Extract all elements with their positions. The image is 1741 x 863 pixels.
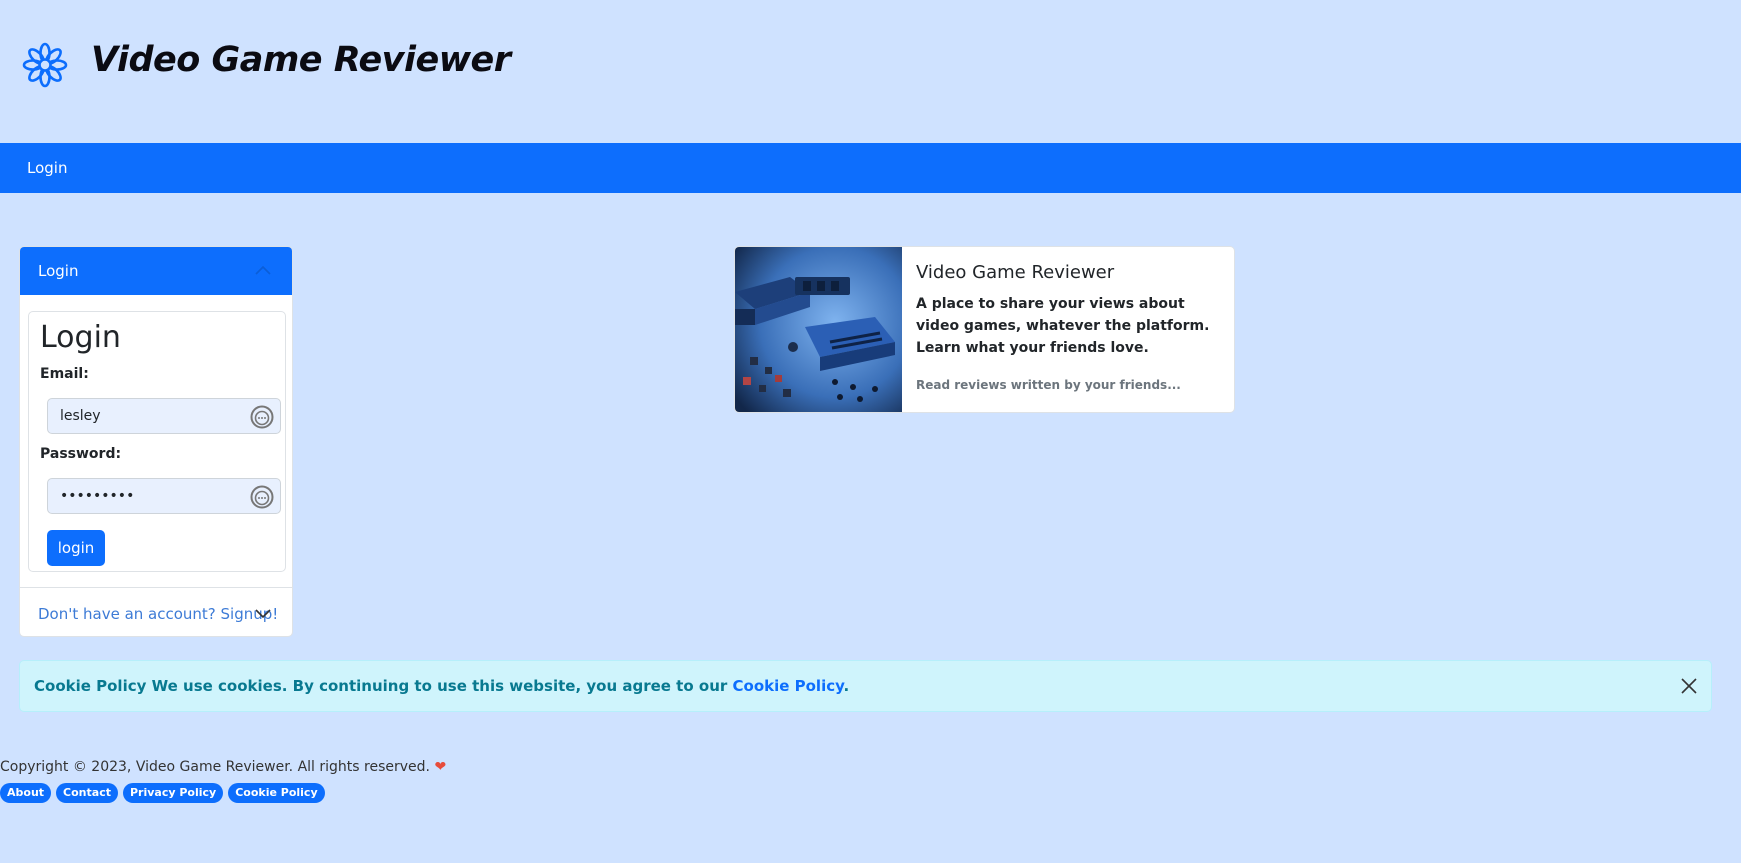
nav-login-link[interactable]: Login [27, 143, 67, 193]
chevron-down-icon[interactable] [254, 605, 272, 623]
footer-link-privacy-policy[interactable]: Privacy Policy [122, 783, 224, 803]
cookie-alert-message: We use cookies. By continuing to use thi… [151, 677, 728, 695]
game-consoles-image [735, 247, 902, 412]
login-button[interactable]: login [47, 530, 105, 566]
login-accordion-header[interactable]: Login [20, 247, 292, 295]
cookie-alert-period: . [843, 677, 850, 695]
site-title: Video Game Reviewer [91, 40, 511, 80]
cookie-alert-strong: Cookie Policy [34, 677, 147, 695]
feature-description: A place to share your views about video … [916, 296, 1210, 356]
footer-link-about[interactable]: About [0, 783, 52, 803]
login-accordion: Login Login Email: Password: login [19, 246, 293, 637]
site-header: Video Game Reviewer [0, 0, 1741, 143]
top-navbar: Login [0, 143, 1741, 193]
footer-copyright: Copyright © 2023, Video Game Reviewer. A… [0, 759, 446, 775]
copyright-text: Copyright © 2023, Video Game Reviewer. A… [0, 759, 430, 775]
heart-icon: ❤ [434, 759, 447, 775]
login-accordion-label: Login [38, 262, 79, 280]
footer-link-contact[interactable]: Contact [56, 783, 118, 803]
footer-links: About Contact Privacy Policy Cookie Poli… [0, 783, 325, 803]
cookie-alert: Cookie Policy We use cookies. By continu… [19, 660, 1712, 712]
password-field-wrapper [47, 478, 281, 514]
password-manager-icon[interactable] [250, 405, 274, 429]
accordion-divider [20, 587, 292, 588]
email-label: Email: [40, 366, 89, 382]
cookie-policy-link[interactable]: Cookie Policy [733, 677, 844, 695]
feature-subtext: Read reviews written by your friends... [916, 378, 1181, 392]
cookie-alert-text: Cookie Policy We use cookies. By continu… [34, 661, 849, 711]
feature-card: Video Game Reviewer A place to share you… [734, 246, 1235, 413]
password-field[interactable] [48, 479, 248, 513]
chevron-up-icon [255, 265, 271, 275]
login-form-title: Login [40, 320, 121, 355]
footer-link-cookie-policy[interactable]: Cookie Policy [228, 783, 325, 803]
flower-logo-icon[interactable] [21, 41, 69, 89]
signup-accordion-toggle[interactable]: Don't have an account? Signup! [38, 605, 278, 623]
feature-title: Video Game Reviewer [916, 262, 1115, 283]
email-field[interactable] [48, 399, 248, 433]
password-label: Password: [40, 446, 122, 462]
email-field-wrapper [47, 398, 281, 434]
close-icon[interactable] [1679, 676, 1699, 696]
password-manager-icon[interactable] [250, 485, 274, 509]
login-form-card: Login Email: Password: login [28, 311, 286, 572]
